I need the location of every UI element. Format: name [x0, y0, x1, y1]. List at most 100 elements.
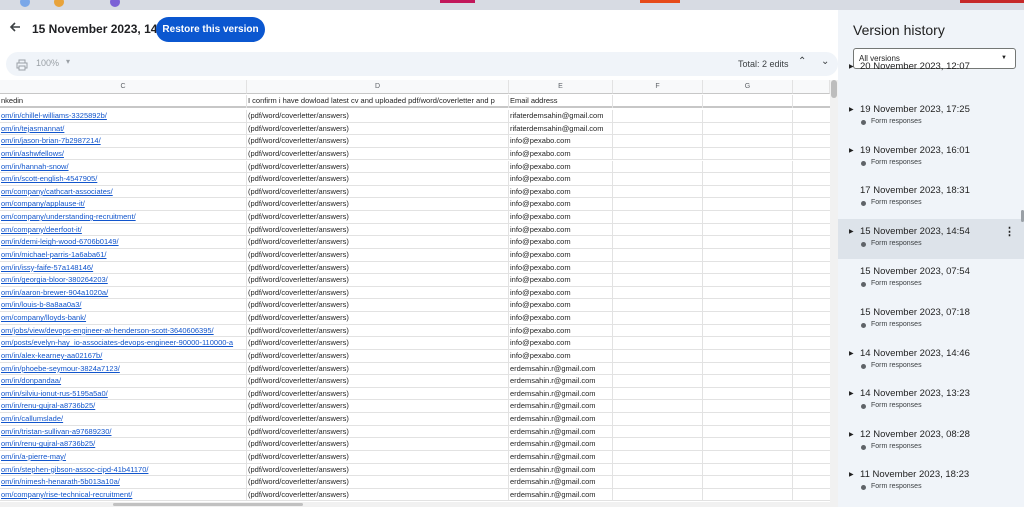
email-cell[interactable]: info@pexabo.com: [509, 236, 613, 249]
email-cell[interactable]: erdemsahin.r@gmail.com: [509, 387, 613, 401]
confirm-cell[interactable]: (pdf/word/coverletter/answers): [247, 122, 509, 136]
empty-cell[interactable]: [703, 463, 793, 477]
confirm-cell[interactable]: (pdf/word/coverletter/answers): [247, 337, 509, 350]
empty-cell[interactable]: [613, 387, 703, 401]
linkedin-link-cell[interactable]: om/in/tristan-sullivan-a97689230/: [0, 425, 247, 439]
linkedin-link-cell[interactable]: om/in/renu-gujral-a8736b25/: [0, 438, 247, 451]
confirm-cell[interactable]: (pdf/word/coverletter/answers): [247, 160, 509, 174]
linkedin-link-cell[interactable]: om/company/cathcart-associates/: [0, 185, 247, 199]
email-cell[interactable]: erdemsahin.r@gmail.com: [509, 400, 613, 414]
confirm-cell[interactable]: (pdf/word/coverletter/answers): [247, 185, 509, 199]
empty-cell[interactable]: [613, 451, 703, 464]
vertical-scrollbar[interactable]: [830, 80, 838, 502]
email-cell[interactable]: erdemsahin.r@gmail.com: [509, 463, 613, 477]
empty-cell[interactable]: [613, 476, 703, 489]
empty-cell[interactable]: [613, 375, 703, 388]
empty-cell[interactable]: [703, 223, 793, 237]
confirm-cell[interactable]: (pdf/word/coverletter/answers): [247, 463, 509, 477]
expand-arrow-icon[interactable]: ▶: [849, 390, 854, 397]
confirm-cell[interactable]: (pdf/word/coverletter/answers): [247, 324, 509, 338]
expand-arrow-icon[interactable]: ▶: [849, 350, 854, 357]
linkedin-link-cell[interactable]: om/in/michael-parris-1a6aba61/: [0, 248, 247, 262]
horizontal-scrollbar[interactable]: [0, 502, 838, 507]
empty-cell[interactable]: [613, 337, 703, 350]
previous-edit-icon[interactable]: ⌃: [798, 56, 806, 67]
confirm-cell[interactable]: (pdf/word/coverletter/answers): [247, 173, 509, 186]
header-cell-g[interactable]: [703, 95, 793, 108]
empty-cell[interactable]: [613, 211, 703, 224]
email-cell[interactable]: info@pexabo.com: [509, 135, 613, 148]
expand-arrow-icon[interactable]: ▶: [849, 471, 854, 478]
column-header-g[interactable]: G: [703, 80, 793, 94]
linkedin-link-cell[interactable]: om/jobs/view/devops-engineer-at-henderso…: [0, 324, 247, 338]
email-cell[interactable]: info@pexabo.com: [509, 248, 613, 262]
version-item[interactable]: ▶ 14 November 2023, 13:23 Form responses: [838, 381, 1024, 421]
confirm-cell[interactable]: (pdf/word/coverletter/answers): [247, 135, 509, 148]
linkedin-link-cell[interactable]: om/in/scott-english-4547905/: [0, 173, 247, 186]
confirm-cell[interactable]: (pdf/word/coverletter/answers): [247, 349, 509, 363]
print-icon[interactable]: [16, 58, 28, 71]
version-item[interactable]: ▶ 12 November 2023, 08:28 Form responses: [838, 422, 1024, 462]
email-cell[interactable]: erdemsahin.r@gmail.com: [509, 413, 613, 426]
empty-cell[interactable]: [613, 110, 703, 123]
empty-cell[interactable]: [703, 135, 793, 148]
more-options-icon[interactable]: ⋮: [1004, 225, 1015, 238]
confirm-cell[interactable]: (pdf/word/coverletter/answers): [247, 425, 509, 439]
email-cell[interactable]: erdemsahin.r@gmail.com: [509, 425, 613, 439]
version-item[interactable]: ▶ 11 November 2023, 18:23 Form responses: [838, 462, 1024, 502]
email-cell[interactable]: info@pexabo.com: [509, 261, 613, 275]
linkedin-link-cell[interactable]: om/in/phoebe-seymour-3824a7123/: [0, 362, 247, 376]
empty-cell[interactable]: [703, 110, 793, 123]
empty-cell[interactable]: [703, 438, 793, 451]
next-edit-icon[interactable]: ⌄: [821, 56, 829, 67]
empty-cell[interactable]: [703, 400, 793, 414]
confirm-cell[interactable]: (pdf/word/coverletter/answers): [247, 198, 509, 211]
linkedin-link-cell[interactable]: om/in/renu-gujral-a8736b25/: [0, 400, 247, 414]
confirm-cell[interactable]: (pdf/word/coverletter/answers): [247, 236, 509, 249]
empty-cell[interactable]: [613, 248, 703, 262]
linkedin-link-cell[interactable]: om/in/callumslade/: [0, 413, 247, 426]
empty-cell[interactable]: [613, 122, 703, 136]
scrollbar-thumb[interactable]: [113, 503, 303, 506]
confirm-cell[interactable]: (pdf/word/coverletter/answers): [247, 400, 509, 414]
expand-arrow-icon[interactable]: ▶: [849, 431, 854, 438]
email-cell[interactable]: info@pexabo.com: [509, 185, 613, 199]
empty-cell[interactable]: [703, 349, 793, 363]
linkedin-link-cell[interactable]: om/company/rise-technical-recruitment/: [0, 488, 247, 502]
confirm-cell[interactable]: (pdf/word/coverletter/answers): [247, 147, 509, 161]
empty-cell[interactable]: [613, 425, 703, 439]
email-cell[interactable]: erdemsahin.r@gmail.com: [509, 488, 613, 502]
linkedin-link-cell[interactable]: om/posts/evelyn-hay_io-associates-devops…: [0, 337, 247, 350]
empty-cell[interactable]: [703, 173, 793, 186]
empty-cell[interactable]: [613, 362, 703, 376]
empty-cell[interactable]: [703, 286, 793, 300]
empty-cell[interactable]: [703, 387, 793, 401]
empty-cell[interactable]: [613, 488, 703, 502]
confirm-cell[interactable]: (pdf/word/coverletter/answers): [247, 223, 509, 237]
empty-cell[interactable]: [703, 337, 793, 350]
empty-cell[interactable]: [703, 324, 793, 338]
email-cell[interactable]: info@pexabo.com: [509, 337, 613, 350]
email-cell[interactable]: erdemsahin.r@gmail.com: [509, 438, 613, 451]
linkedin-link-cell[interactable]: om/in/aaron-brewer-904a1020a/: [0, 286, 247, 300]
column-header-c[interactable]: C: [0, 80, 247, 94]
version-item[interactable]: 15 November 2023, 07:54 Form responses: [838, 259, 1024, 299]
linkedin-link-cell[interactable]: om/in/alex-kearney-aa02167b/: [0, 349, 247, 363]
linkedin-link-cell[interactable]: om/company/lloyds-bank/: [0, 312, 247, 325]
confirm-cell[interactable]: (pdf/word/coverletter/answers): [247, 375, 509, 388]
column-header-f[interactable]: F: [613, 80, 703, 94]
confirm-cell[interactable]: (pdf/word/coverletter/answers): [247, 438, 509, 451]
empty-cell[interactable]: [703, 274, 793, 287]
column-header-d[interactable]: D: [247, 80, 509, 94]
empty-cell[interactable]: [703, 236, 793, 249]
confirm-cell[interactable]: (pdf/word/coverletter/answers): [247, 261, 509, 275]
empty-cell[interactable]: [613, 299, 703, 313]
email-cell[interactable]: info@pexabo.com: [509, 312, 613, 325]
empty-cell[interactable]: [703, 375, 793, 388]
linkedin-link-cell[interactable]: om/in/silviu-ionut-rus-5195a5a0/: [0, 387, 247, 401]
empty-cell[interactable]: [613, 147, 703, 161]
confirm-cell[interactable]: (pdf/word/coverletter/answers): [247, 248, 509, 262]
confirm-cell[interactable]: (pdf/word/coverletter/answers): [247, 299, 509, 313]
empty-cell[interactable]: [703, 451, 793, 464]
header-cell-confirm[interactable]: I confirm i have dowload latest cv and u…: [247, 95, 509, 108]
